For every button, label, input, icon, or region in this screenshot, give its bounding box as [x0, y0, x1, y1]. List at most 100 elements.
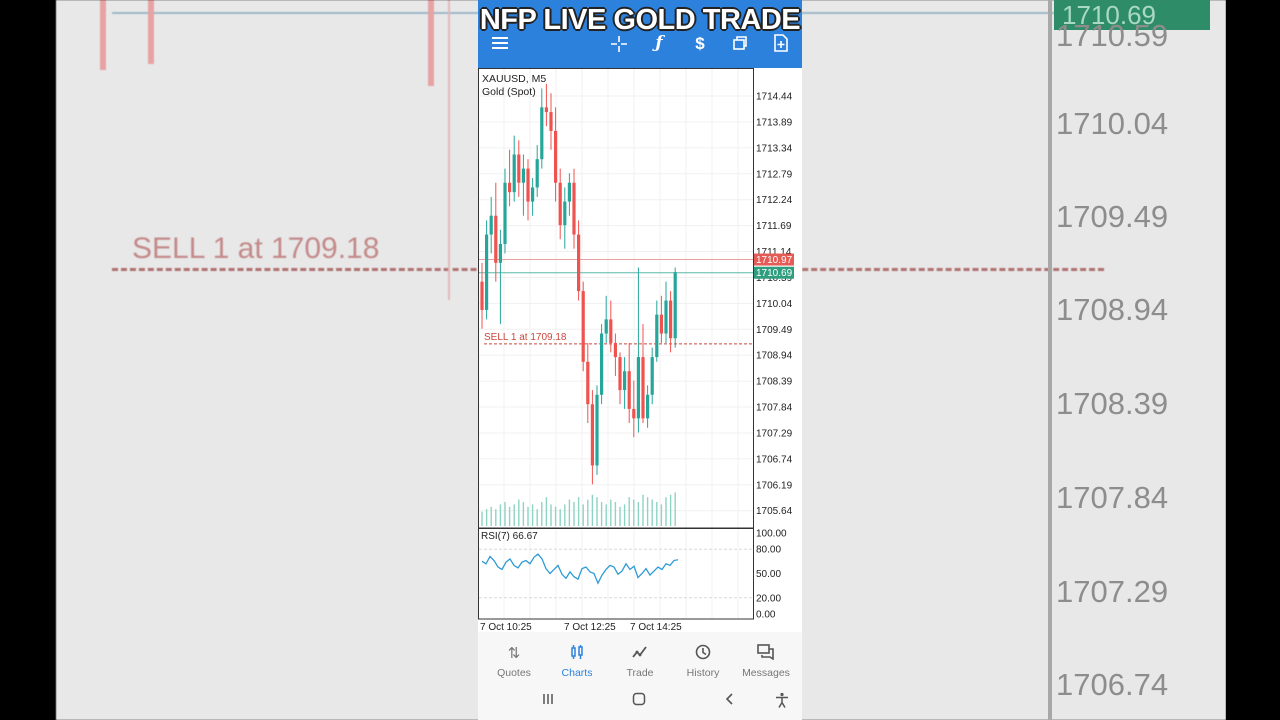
price-axis-label: 1708.39 [756, 377, 793, 388]
candle-body [544, 107, 548, 113]
price-axis-label: 1707.29 [756, 428, 793, 439]
candle-body [669, 300, 673, 339]
candle-body [554, 130, 558, 183]
candle-body [673, 272, 677, 339]
price-axis-label: 1707.84 [756, 403, 793, 414]
candle-body [494, 215, 498, 263]
price-axis-label: 1710.04 [756, 299, 793, 310]
back-icon[interactable] [718, 692, 742, 711]
document-add-icon[interactable] [770, 34, 792, 57]
candle-body [540, 107, 544, 160]
candle-body [655, 314, 659, 358]
rsi-line [481, 553, 679, 585]
candle-body [572, 182, 576, 235]
candle-body [609, 319, 613, 343]
rsi-axis-label: 0.00 [756, 610, 776, 621]
candle-body [641, 357, 645, 419]
price-axis-label: 1713.89 [756, 117, 793, 128]
candle-body [627, 371, 631, 409]
candle-body [563, 201, 567, 226]
accessibility-icon[interactable] [770, 692, 794, 713]
video-title-overlay: NFP LIVE GOLD TRADE [479, 4, 801, 36]
candle-body [600, 333, 604, 395]
candle-body [508, 182, 512, 193]
background-tick: 1706.74 [1056, 667, 1169, 702]
letterbox-right [1226, 0, 1280, 720]
candle-body [517, 154, 521, 183]
rsi-axis-label: 100.00 [756, 529, 787, 540]
price-axis-label: 1705.64 [756, 506, 793, 517]
rsi-axis-label: 80.00 [756, 545, 781, 556]
symbol-label: XAUUSD, M5 Gold (Spot) [482, 73, 546, 99]
candle-body [526, 168, 530, 202]
recents-icon[interactable] [536, 692, 560, 711]
candle-body [485, 234, 489, 310]
candle-body [577, 234, 581, 292]
nav-history[interactable]: History [672, 632, 734, 684]
rsi-axis-label: 50.00 [756, 569, 781, 580]
nav-label: Charts [561, 667, 593, 679]
home-icon[interactable] [627, 692, 651, 711]
nav-messages[interactable]: Messages [735, 632, 797, 684]
candle-body [549, 112, 553, 131]
system-navigation-bar [478, 684, 802, 720]
candle-body [567, 182, 571, 202]
price-axis-label: 1709.49 [756, 325, 793, 336]
candle-body [498, 243, 502, 263]
nav-charts[interactable]: Charts [546, 632, 608, 684]
background-sell-label: SELL 1 at 1709.18 [132, 232, 380, 265]
candles-icon [546, 644, 608, 662]
bid-tag-label: 1710.97 [756, 255, 793, 266]
ask-tag-label: 1710.69 [756, 268, 793, 279]
price-axis-label: 1714.44 [756, 92, 793, 103]
time-axis-label: 7 Oct 10:25 [480, 622, 532, 632]
candle-body [531, 187, 535, 202]
background-candle [448, 0, 450, 300]
candle-body [480, 281, 484, 310]
candle-body [664, 300, 668, 334]
price-axis-label: 1712.79 [756, 169, 793, 180]
candle-body [489, 215, 493, 235]
candle-body [521, 168, 525, 183]
candle-body [512, 154, 516, 193]
background-tick: 1709.49 [1056, 199, 1169, 234]
candle-body [636, 357, 640, 419]
nav-label: Trade [626, 667, 654, 679]
dollar-icon[interactable]: $ [689, 34, 711, 54]
price-chart-svg[interactable]: 1714.44 1713.89 1713.34 1712.79 1712.24 1711.… [478, 68, 802, 632]
background-candle [148, 0, 154, 64]
background-candle [428, 0, 434, 86]
symbol-description: Gold (Spot) [482, 86, 536, 98]
nav-quotes[interactable]: ⇅ Quotes [483, 632, 545, 684]
candle-body [623, 371, 627, 391]
candle-body [581, 291, 585, 362]
candle-body [590, 404, 594, 466]
price-axis-label: 1713.34 [756, 143, 793, 154]
background-tick: 1707.84 [1056, 480, 1169, 515]
price-axis-label: 1711.69 [756, 221, 792, 232]
messages-icon [735, 644, 797, 662]
background-tick: 1707.29 [1056, 574, 1169, 609]
candle-body [646, 394, 650, 419]
candle-body [632, 408, 636, 419]
background-tick: 1710.04 [1056, 106, 1169, 141]
background-tick: 1708.39 [1056, 386, 1169, 421]
menu-icon[interactable] [489, 35, 511, 55]
chart-area[interactable]: 1714.44 1713.89 1713.34 1712.79 1712.24 1711.… [478, 68, 802, 632]
price-axis-label: 1708.94 [756, 351, 793, 362]
nav-label: Quotes [497, 667, 531, 679]
candle-body [586, 361, 590, 405]
sell-order-label[interactable]: SELL 1 at 1709.18 [484, 332, 566, 343]
candle-body [558, 182, 562, 226]
nav-trade[interactable]: Trade [609, 632, 671, 684]
rsi-axis-label: 20.00 [756, 593, 781, 604]
nav-label: History [686, 667, 720, 679]
symbol-name: XAUUSD, M5 [482, 73, 547, 85]
windows-icon[interactable] [729, 35, 751, 56]
bottom-navigation: ⇅ Quotes Charts Trade History Messages [478, 632, 802, 684]
crosshair-icon[interactable] [608, 35, 630, 58]
candle-body [650, 357, 654, 395]
candle-body [618, 357, 622, 391]
time-axis-label: 7 Oct 12:25 [564, 622, 616, 632]
candle-body [659, 314, 663, 334]
